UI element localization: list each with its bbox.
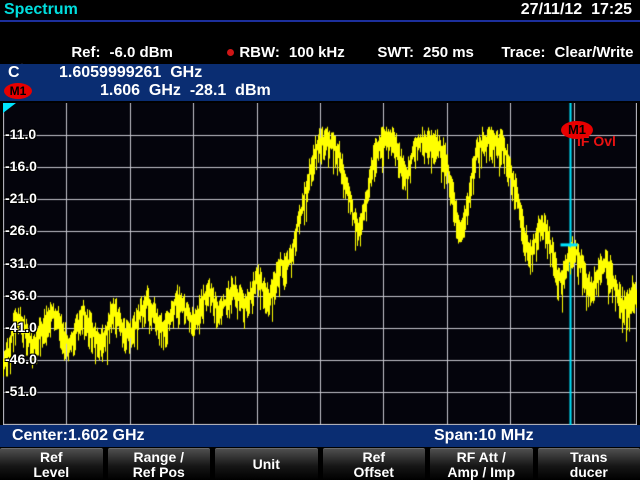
sweep-time-field: SWT:250 ms <box>344 23 484 43</box>
marker-readout-row: M1 1.606 GHz -28.1 dBm <box>0 82 640 100</box>
rbw-value: 100 kHz <box>289 44 345 61</box>
plot-area: IF Ovl M1 -11.0-16.0-21.0-26.0-31.0-36.0… <box>3 103 637 425</box>
y-axis-label: -21.0 <box>5 190 37 206</box>
frequency-readout-rows: C 1.6059999261 GHz M1 1.606 GHz -28.1 dB… <box>0 64 640 101</box>
y-axis-label: -36.0 <box>5 287 37 303</box>
ref-level-label: Ref: <box>71 44 100 61</box>
center-freq-row-value: 1.6059999261 GHz <box>59 64 202 82</box>
softkey-transducer[interactable]: Trans ducer <box>538 448 640 480</box>
trace-value: Clear/Write <box>555 44 634 61</box>
trace-mode-field: Trace:Clear/Write <box>468 23 635 43</box>
settings-col-trace: Trace:Clear/Write Detect:Auto Peak <box>468 23 635 63</box>
m1-marker-flag[interactable]: M1 <box>561 121 593 139</box>
mode-title: Spectrum <box>4 1 78 19</box>
titlebar: Spectrum 27/11/12 17:25 <box>0 0 640 22</box>
ref-position-icon <box>3 103 16 113</box>
center-frequency-label: Center:1.602 GHz <box>12 425 145 447</box>
softkey-label: Level <box>33 465 69 480</box>
ref-level-field: Ref:-6.0 dBm <box>38 23 173 43</box>
softkey-ref-offset[interactable]: Ref Offset <box>323 448 426 480</box>
settings-col-bandwidth: RBW:100 kHz VBW:1 kHz <box>194 23 345 63</box>
y-axis-label: -46.0 <box>5 351 37 367</box>
y-axis-label: -16.0 <box>5 158 37 174</box>
softkey-label: Ref Pos <box>133 465 185 480</box>
softkey-unit[interactable]: Unit <box>215 448 318 480</box>
spectrum-analyzer-screen: Spectrum 27/11/12 17:25 R S Ref:-6.0 dBm… <box>0 0 640 480</box>
softkey-label: Offset <box>354 465 394 480</box>
y-axis-label: -51.0 <box>5 383 37 399</box>
softkey-label: Ref <box>362 450 385 465</box>
softkey-label: Ref <box>40 450 63 465</box>
datetime: 27/11/12 17:25 <box>521 1 632 19</box>
ref-level-value: -6.0 dBm <box>110 44 173 61</box>
rbw-status-dot <box>227 49 234 56</box>
settings-col-sweep: SWT:250 ms Trig:Free Run <box>344 23 484 63</box>
trace-label: Trace: <box>501 44 545 61</box>
softkey-ref-level[interactable]: Ref Level <box>0 448 103 480</box>
softkey-range-ref-pos[interactable]: Range / Ref Pos <box>108 448 211 480</box>
marker-m1-value: 1.606 GHz -28.1 dBm <box>100 82 271 100</box>
rbw-label: RBW: <box>239 44 280 61</box>
softkey-label: ducer <box>570 465 608 480</box>
y-axis-label: -31.0 <box>5 255 37 271</box>
trace-canvas <box>3 103 637 425</box>
swt-value: 250 ms <box>423 44 474 61</box>
softkey-rf-att-amp-imp[interactable]: RF Att / Amp / Imp <box>430 448 533 480</box>
softkey-label: RF Att / <box>457 450 506 465</box>
marker-m1-badge: M1 <box>4 83 32 99</box>
y-axis-label: -26.0 <box>5 222 37 238</box>
softkey-label: Amp / Imp <box>447 465 515 480</box>
y-axis-label: -41.0 <box>5 319 37 335</box>
footer-bar: Center:1.602 GHz Span:10 MHz <box>0 425 640 447</box>
swt-label: SWT: <box>377 44 414 61</box>
softkey-bar: Ref Level Range / Ref Pos Unit Ref Offse… <box>0 448 640 480</box>
center-freq-row-label: C <box>8 64 20 82</box>
softkey-label: Unit <box>253 457 280 472</box>
rbw-field: RBW:100 kHz <box>194 23 345 43</box>
settings-col-amplitude: Ref:-6.0 dBm Att:15 dB <box>38 23 173 63</box>
span-label: Span:10 MHz <box>434 425 534 447</box>
softkey-label: Range / <box>133 450 184 465</box>
center-frequency-row: C 1.6059999261 GHz <box>0 64 640 82</box>
y-axis-label: -11.0 <box>5 126 36 142</box>
settings-header: Ref:-6.0 dBm Att:15 dB RBW:100 kHz VBW:1… <box>0 23 640 63</box>
softkey-label: Trans <box>570 450 607 465</box>
